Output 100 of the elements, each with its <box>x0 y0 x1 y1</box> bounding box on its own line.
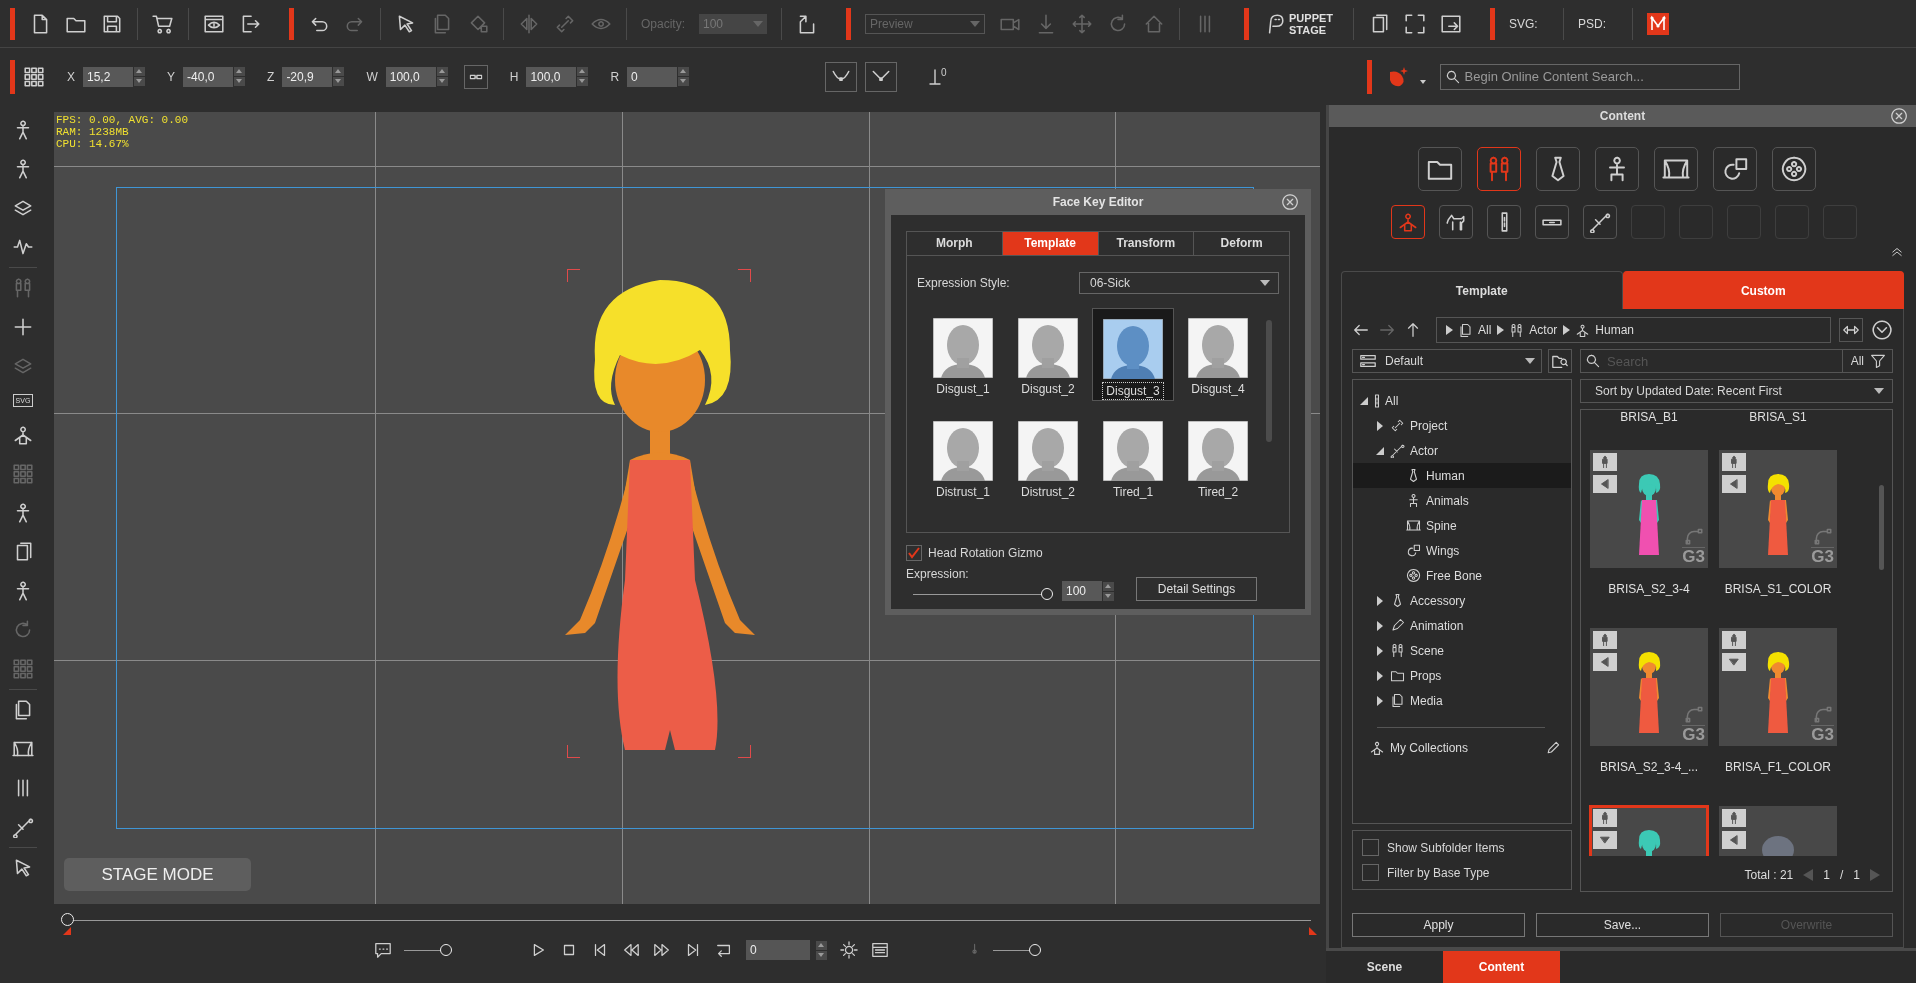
category-button[interactable] <box>1771 147 1816 191</box>
pose-button[interactable] <box>1593 809 1617 827</box>
pose-button[interactable] <box>1722 453 1746 471</box>
number-field[interactable]: 0 <box>627 66 678 87</box>
pose-button[interactable] <box>1722 631 1746 649</box>
subcategory-button[interactable] <box>1535 205 1569 239</box>
collapsed-arrow-icon[interactable] <box>1375 420 1385 431</box>
slider-thumb[interactable] <box>440 944 452 956</box>
clip-list-icon[interactable] <box>871 941 889 959</box>
checkbox[interactable] <box>1362 839 1379 856</box>
asset-item[interactable] <box>1719 806 1837 856</box>
breadcrumb-arrow-icon[interactable] <box>1496 325 1505 335</box>
folder-search-button[interactable] <box>1548 349 1572 373</box>
library-dropdown[interactable]: Default <box>1352 349 1542 373</box>
sort-dropdown[interactable]: Sort by Updated Date: Recent First <box>1580 379 1893 403</box>
expanded-arrow-icon[interactable] <box>1359 395 1369 406</box>
tree-item[interactable]: Project <box>1353 413 1571 438</box>
number-field[interactable]: -20,9 <box>282 66 333 87</box>
asset-item[interactable]: G3 BRISA_S1_COLOR <box>1719 450 1837 628</box>
number-field[interactable]: -40,0 <box>183 66 234 87</box>
subcategory-button[interactable] <box>1487 205 1521 239</box>
spin-buttons[interactable] <box>1103 582 1114 601</box>
asset-item[interactable]: G3 BRISA_S2_3-4_... <box>1590 628 1708 806</box>
puppet-stage-button[interactable]: PUPPET STAGE <box>1263 11 1339 36</box>
tree-item[interactable]: Wings <box>1353 538 1571 563</box>
direction-button[interactable] <box>1593 831 1617 849</box>
rewind-icon[interactable] <box>622 941 640 959</box>
panel-tab[interactable]: Content <box>1443 951 1560 983</box>
tree-item[interactable]: My Collections <box>1390 741 1469 755</box>
caret-icon[interactable] <box>1419 79 1426 84</box>
spin-buttons[interactable] <box>577 67 589 86</box>
close-icon[interactable] <box>1281 193 1299 211</box>
expression-item[interactable]: Tired_2 <box>1177 411 1259 500</box>
editor-tab[interactable]: Template <box>1002 232 1099 255</box>
fast-forward-icon[interactable] <box>653 941 671 959</box>
expression-style-dropdown[interactable]: 06-Sick <box>1079 272 1279 294</box>
expression-item[interactable]: Distrust_2 <box>1007 411 1089 500</box>
curve-button[interactable] <box>825 61 858 92</box>
library-tab[interactable]: Custom <box>1622 271 1904 309</box>
category-button[interactable] <box>1653 147 1698 191</box>
direction-button[interactable] <box>1722 475 1746 493</box>
swap-button[interactable] <box>1839 318 1863 342</box>
expression-item[interactable]: Disgust_1 <box>922 308 1004 401</box>
action-button[interactable]: Save... <box>1536 913 1709 937</box>
tree-item[interactable]: Actor <box>1353 438 1571 463</box>
direction-button[interactable] <box>1722 831 1746 849</box>
editor-tab[interactable]: Morph <box>907 232 1003 255</box>
range-end-marker[interactable] <box>1309 927 1317 935</box>
expression-item[interactable]: Distrust_1 <box>922 411 1004 500</box>
spin-buttons[interactable] <box>333 67 345 86</box>
tree-item[interactable]: Props <box>1353 663 1571 688</box>
subcategory-button[interactable] <box>1583 205 1617 239</box>
slider-thumb[interactable] <box>61 913 74 926</box>
stage-mode-button[interactable]: STAGE MODE <box>64 858 251 891</box>
double-chevron-icon[interactable] <box>1890 245 1904 259</box>
slider-thumb[interactable] <box>1041 588 1053 600</box>
direction-button[interactable] <box>1593 653 1617 671</box>
editor-tab[interactable]: Transform <box>1098 232 1195 255</box>
expanded-arrow-icon[interactable] <box>1375 445 1385 456</box>
pencil-icon[interactable] <box>1545 740 1561 756</box>
expression-item[interactable]: Disgust_3 <box>1092 308 1174 401</box>
filter-button[interactable]: All <box>1842 349 1893 373</box>
bone-icon[interactable] <box>12 816 34 838</box>
sun-icon[interactable] <box>840 941 858 959</box>
scrollbar[interactable] <box>1266 320 1272 442</box>
collapsed-arrow-icon[interactable] <box>1375 645 1385 656</box>
asset-item[interactable] <box>1590 806 1708 856</box>
tree-item[interactable]: Animation <box>1353 613 1571 638</box>
action-button[interactable]: Apply <box>1352 913 1525 937</box>
slider-thumb[interactable] <box>1029 944 1041 956</box>
breadcrumb-arrow-icon[interactable] <box>1562 325 1571 335</box>
expression-item[interactable]: Disgust_2 <box>1007 308 1089 401</box>
tree-item[interactable]: Free Bone <box>1353 563 1571 588</box>
pose-button[interactable] <box>1722 809 1746 827</box>
speech-bubble-icon[interactable] <box>374 941 392 959</box>
number-field[interactable]: 100,0 <box>385 66 436 87</box>
asset-item[interactable]: G3 BRISA_S2_3-4 <box>1590 450 1708 628</box>
expression-item[interactable]: Disgust_4 <box>1177 308 1259 401</box>
spin-buttons[interactable] <box>436 67 448 86</box>
breadcrumb-item[interactable]: Actor <box>1529 323 1558 337</box>
collapsed-arrow-icon[interactable] <box>1375 595 1385 606</box>
plus-icon[interactable] <box>12 316 34 338</box>
checkbox[interactable] <box>906 545 922 561</box>
direction-button[interactable] <box>1593 475 1617 493</box>
breadcrumb-arrow-icon[interactable] <box>1445 325 1453 335</box>
scrollbar[interactable] <box>1879 485 1884 570</box>
panel-tab[interactable]: Scene <box>1326 951 1443 983</box>
tree-item[interactable]: Spine <box>1353 513 1571 538</box>
collapsed-arrow-icon[interactable] <box>1375 670 1385 681</box>
vee-curve-button[interactable] <box>865 61 898 92</box>
library-tab[interactable]: Template <box>1341 271 1623 309</box>
direction-button[interactable] <box>1722 653 1746 671</box>
brand-logo[interactable] <box>1647 12 1669 35</box>
tree-item[interactable]: Animals <box>1353 488 1571 513</box>
collapsed-arrow-icon[interactable] <box>1375 620 1385 631</box>
number-field[interactable]: 100,0 <box>526 66 577 87</box>
breadcrumb-item[interactable]: All <box>1478 323 1492 337</box>
lock-ratio-button[interactable] <box>463 64 488 89</box>
tree-item[interactable]: Media <box>1353 688 1571 713</box>
asset-item[interactable]: G3 BRISA_F1_COLOR <box>1719 628 1837 806</box>
